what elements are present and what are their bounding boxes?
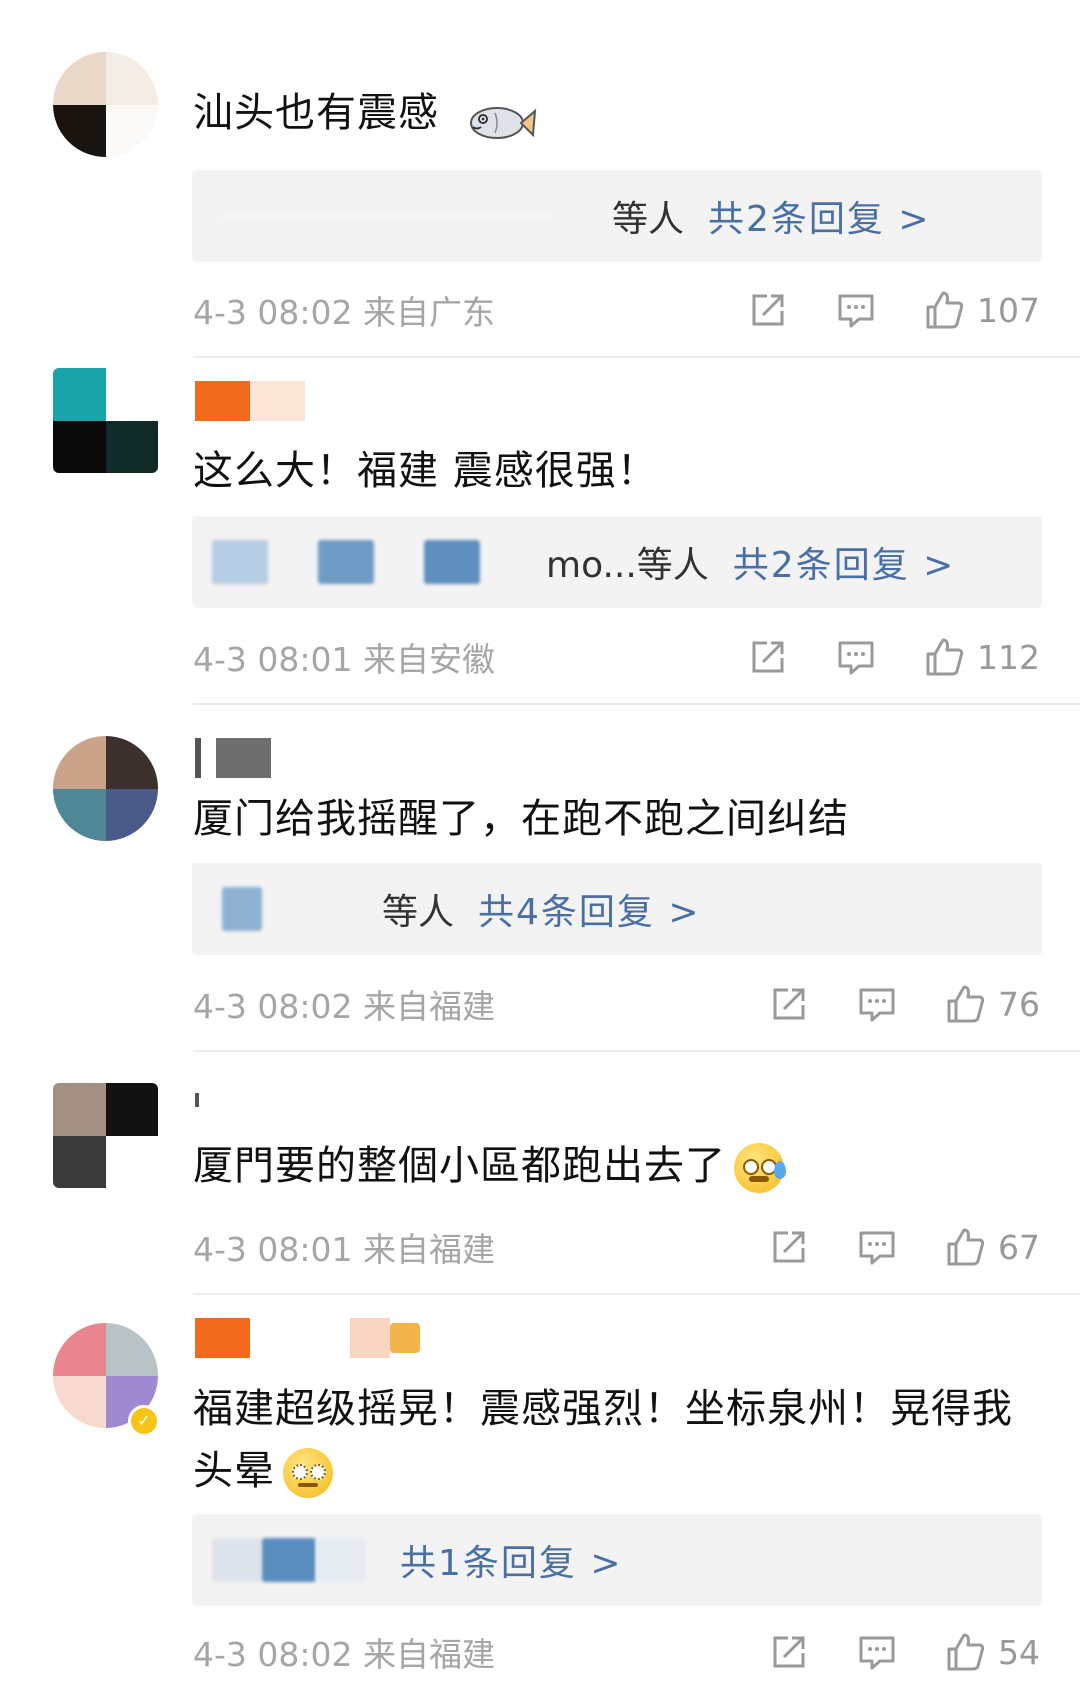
reply-count-link[interactable]: 共1条回复 >: [400, 1534, 623, 1586]
timestamp-location: 4-3 08:01 来自安徽: [193, 640, 495, 679]
reply-who: 等人: [382, 892, 455, 933]
username-blurred[interactable]: [195, 738, 271, 778]
verified-badge-icon: ✓: [128, 1405, 160, 1437]
replier-avatars-blurred: [222, 887, 262, 931]
comment-text: 汕头也有震感: [193, 82, 1040, 144]
comment-icon[interactable]: [835, 636, 877, 678]
thumbs-up-icon: [926, 638, 964, 676]
thumbs-up-icon: [947, 1228, 985, 1266]
replier-names-blurred: [222, 211, 552, 221]
divider: [193, 703, 1080, 705]
comment-feed: 汕头也有震感 等人 共2条回复 > 4-3 08:02 来自广东 107 这么大…: [0, 0, 1080, 1687]
share-icon[interactable]: [768, 1226, 810, 1268]
timestamp-location: 4-3 08:02 来自广东: [193, 293, 495, 332]
comment-meta: 4-3 08:01 来自安徽 112: [193, 632, 1040, 682]
comment-text: 厦門要的整個小區都跑出去了: [193, 1135, 1040, 1197]
reply-preview[interactable]: mo...等人 共2条回复 >: [192, 516, 1042, 608]
comment-text: 厦门给我摇醒了，在跑不跑之间纠结: [193, 796, 849, 842]
like-count: 76: [998, 984, 1040, 1024]
comment-icon[interactable]: [835, 289, 877, 331]
fish-sticker-icon: [465, 99, 537, 147]
comment-icon[interactable]: [856, 1226, 898, 1268]
comment-meta: 4-3 08:02 来自福建 54: [193, 1627, 1040, 1677]
share-icon[interactable]: [747, 636, 789, 678]
timestamp-location: 4-3 08:02 来自福建: [193, 1635, 495, 1674]
divider: [193, 1293, 1080, 1295]
reply-preview[interactable]: 等人 共4条回复 >: [192, 863, 1042, 955]
replier-avatars-blurred: [212, 1538, 366, 1582]
avatar[interactable]: [53, 1083, 158, 1188]
dizzy-emoji-icon: [283, 1448, 333, 1498]
comment-meta: 4-3 08:02 来自福建 76: [193, 979, 1040, 1029]
like-button[interactable]: 67: [944, 1226, 1040, 1268]
thumbs-up-icon: [947, 985, 985, 1023]
divider: [193, 1050, 1080, 1052]
thumbs-up-icon: [947, 1633, 985, 1671]
replier-avatars-blurred: [212, 540, 480, 584]
like-button[interactable]: 54: [944, 1631, 1040, 1673]
reply-count-link[interactable]: 共2条回复 >: [733, 536, 956, 588]
like-count: 107: [977, 290, 1040, 330]
cold-sweat-emoji-icon: [734, 1143, 786, 1193]
like-button[interactable]: 112: [923, 636, 1040, 678]
thumbs-up-icon: [926, 291, 964, 329]
reply-who: mo...等人: [546, 545, 709, 586]
username-blurred[interactable]: [195, 381, 305, 421]
comment-meta: 4-3 08:02 来自广东 107: [193, 285, 1040, 335]
avatar[interactable]: [53, 368, 158, 473]
reply-preview[interactable]: 等人 共2条回复 >: [192, 170, 1042, 262]
share-icon[interactable]: [768, 983, 810, 1025]
like-button[interactable]: 76: [944, 983, 1040, 1025]
timestamp-location: 4-3 08:02 来自福建: [193, 987, 495, 1026]
like-count: 54: [998, 1632, 1040, 1672]
comment-text: 这么大！福建 震感很强！: [193, 448, 658, 494]
timestamp-location: 4-3 08:01 来自福建: [193, 1230, 495, 1269]
username-blurred[interactable]: [195, 1080, 199, 1120]
comment-meta: 4-3 08:01 来自福建 67: [193, 1222, 1040, 1272]
divider: [193, 356, 1080, 358]
comment-icon[interactable]: [856, 1631, 898, 1673]
like-button[interactable]: 107: [923, 289, 1040, 331]
reply-who: 等人: [612, 199, 685, 240]
share-icon[interactable]: [768, 1631, 810, 1673]
reply-preview[interactable]: 共1条回复 >: [192, 1514, 1042, 1606]
comment-text: 福建超级摇晃！震感强烈！坐标泉州！晃得我 头晕: [193, 1378, 1040, 1502]
like-count: 67: [998, 1227, 1040, 1267]
like-count: 112: [977, 637, 1040, 677]
reply-count-link[interactable]: 共4条回复 >: [478, 883, 701, 935]
avatar[interactable]: [53, 736, 158, 841]
avatar[interactable]: [53, 52, 158, 157]
reply-count-link[interactable]: 共2条回复 >: [708, 190, 931, 242]
comment-icon[interactable]: [856, 983, 898, 1025]
username-blurred[interactable]: [195, 1318, 420, 1358]
share-icon[interactable]: [747, 289, 789, 331]
